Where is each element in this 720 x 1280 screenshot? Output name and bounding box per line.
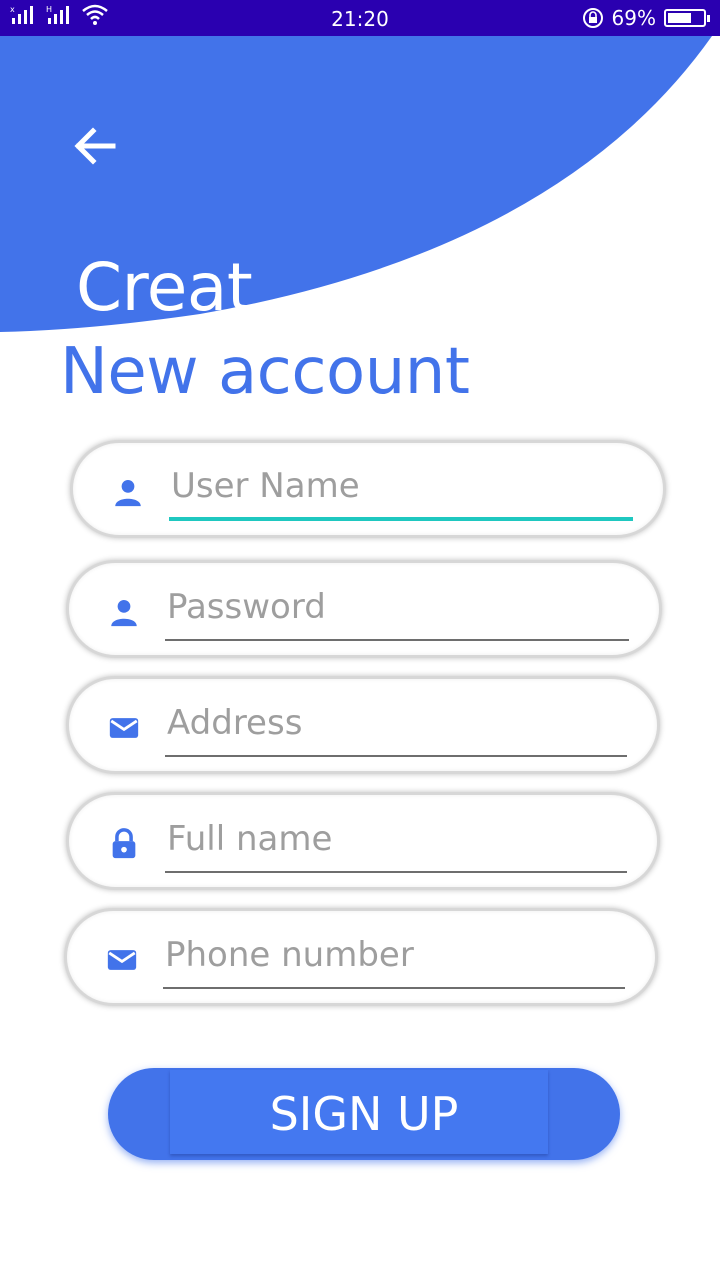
back-button[interactable]	[66, 118, 122, 174]
address-field-container	[66, 676, 660, 774]
page-title-line1: Creat	[76, 249, 253, 326]
status-bar-right: 69%	[582, 6, 710, 30]
status-bar: x H 21:20 69%	[0, 0, 720, 36]
mail-icon	[103, 941, 141, 979]
password-input[interactable]	[165, 581, 629, 641]
lock-icon	[105, 825, 143, 863]
password-field-container	[66, 560, 662, 658]
arrow-left-icon	[74, 127, 116, 165]
phone-input[interactable]	[163, 929, 625, 989]
person-icon	[109, 473, 147, 511]
username-input[interactable]	[169, 461, 633, 521]
rotation-lock-icon	[582, 8, 603, 28]
sign-up-button[interactable]: SIGN UP	[108, 1068, 620, 1160]
mail-icon	[105, 709, 143, 747]
battery-percent: 69%	[611, 6, 656, 30]
sign-up-label: SIGN UP	[269, 1087, 459, 1141]
battery-icon	[664, 9, 710, 27]
page-title-line2: New account	[60, 335, 470, 409]
person-icon	[105, 593, 143, 631]
username-field-container	[70, 440, 666, 538]
fullname-input[interactable]	[165, 813, 627, 873]
phone-field-container	[64, 908, 658, 1006]
fullname-field-container	[66, 792, 660, 890]
address-input[interactable]	[165, 697, 627, 757]
